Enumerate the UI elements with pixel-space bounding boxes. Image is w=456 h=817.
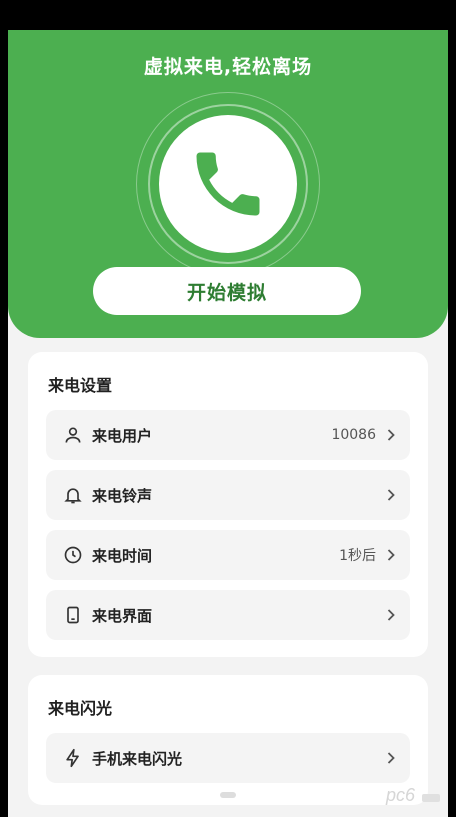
call-settings-card: 来电设置 来电用户 10086 来电铃声 来电时间 1秒后 来电界面: [28, 352, 428, 657]
svg-text:pc6: pc6: [385, 785, 416, 805]
setting-row-ringtone[interactable]: 来电铃声: [46, 470, 410, 520]
lightning-icon: [62, 747, 84, 769]
setting-label: 来电用户: [92, 426, 153, 445]
chevron-right-icon: [386, 548, 396, 562]
chevron-right-icon: [386, 608, 396, 622]
hero-title: 虚拟来电,轻松离场: [143, 56, 313, 78]
chevron-right-icon: [386, 428, 396, 442]
call-settings-title: 来电设置: [48, 376, 113, 395]
hero-panel: 虚拟来电,轻松离场 开始模拟: [8, 30, 448, 338]
screen-icon: [62, 604, 84, 626]
setting-row-caller[interactable]: 来电用户 10086: [46, 410, 410, 460]
chevron-right-icon: [386, 751, 396, 765]
setting-value: 1秒后: [339, 548, 376, 564]
home-indicator: [220, 792, 236, 798]
call-button[interactable]: [159, 115, 297, 253]
user-icon: [62, 424, 84, 446]
call-flash-card: 来电闪光 手机来电闪光: [28, 675, 428, 805]
call-flash-title: 来电闪光: [48, 699, 113, 718]
start-simulation-button[interactable]: 开始模拟: [93, 267, 361, 315]
setting-label: 来电时间: [92, 546, 153, 565]
setting-label: 手机来电闪光: [92, 749, 183, 768]
setting-value: 10086: [331, 427, 376, 443]
setting-row-flash[interactable]: 手机来电闪光: [46, 733, 410, 783]
phone-icon: [196, 152, 260, 216]
chevron-right-icon: [386, 488, 396, 502]
setting-row-interface[interactable]: 来电界面: [46, 590, 410, 640]
setting-row-time[interactable]: 来电时间 1秒后: [46, 530, 410, 580]
pc6-watermark-icon: pc6: [380, 780, 442, 806]
clock-icon: [62, 544, 84, 566]
app-screen: 虚拟来电,轻松离场 开始模拟 来电设置 来电用户 10086 来电铃声 来电时间…: [8, 30, 448, 817]
bell-icon: [62, 484, 84, 506]
setting-label: 来电界面: [92, 606, 153, 625]
setting-label: 来电铃声: [92, 486, 153, 505]
